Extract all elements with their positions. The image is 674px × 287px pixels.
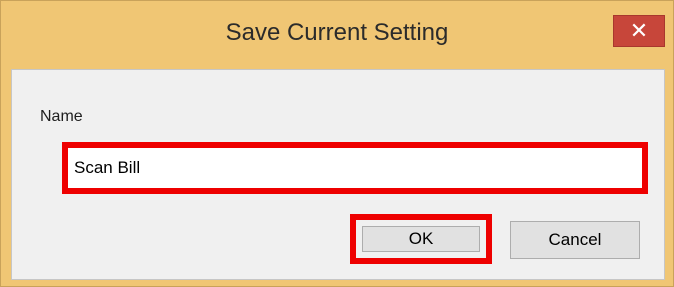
cancel-button[interactable]: Cancel [510,221,640,259]
title-bar[interactable]: Save Current Setting ✕ [1,1,673,67]
ok-button-highlight: OK [350,214,492,264]
dialog-window: Save Current Setting ✕ Name OK Cancel [0,0,674,287]
name-field-highlight [62,142,648,194]
name-label: Name [40,108,83,125]
dialog-title: Save Current Setting [225,19,449,46]
close-button[interactable]: ✕ [613,15,665,47]
close-icon: ✕ [629,18,649,43]
ok-button[interactable]: OK [362,226,480,252]
dialog-body: Name OK Cancel [11,69,665,280]
name-input[interactable] [72,152,638,184]
